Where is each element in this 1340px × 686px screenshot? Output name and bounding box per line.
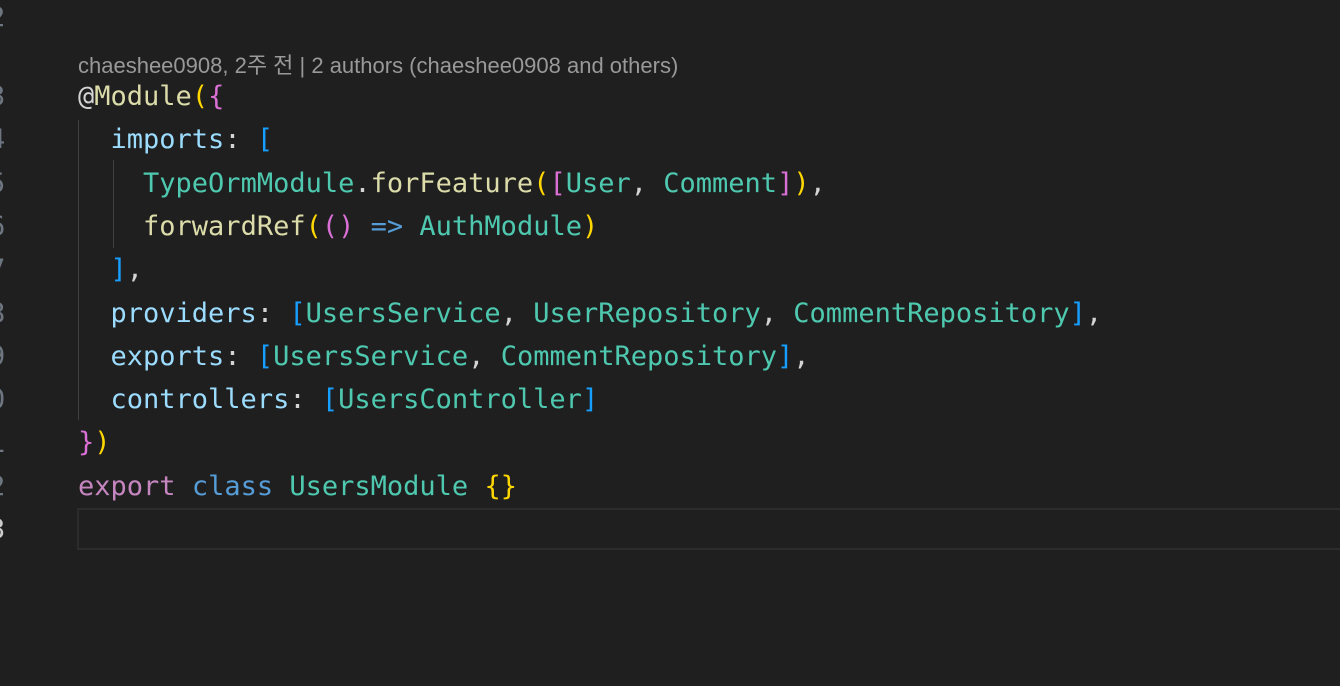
code-token: User xyxy=(565,167,631,199)
code-line[interactable]: providers: [UsersService, UserRepository… xyxy=(78,292,1103,335)
code-token: , xyxy=(793,340,810,372)
code-token: UsersService xyxy=(273,340,469,372)
line-number: 7 xyxy=(0,248,19,291)
code-token: , xyxy=(760,297,794,329)
code-token: Module xyxy=(94,81,192,112)
code-token: UsersService xyxy=(305,297,501,329)
code-token: exports xyxy=(110,340,225,372)
code-token: ] xyxy=(110,254,127,286)
code-token: forFeature xyxy=(370,167,534,199)
line-number: 2 xyxy=(0,0,19,39)
code-token: ( xyxy=(305,210,322,242)
code-editor[interactable]: 234567890123 chaeshee0908, 2주 전 | 2 auth… xyxy=(0,0,1340,686)
code-line[interactable]: TypeOrmModule.forFeature([User, Comment]… xyxy=(78,162,826,205)
code-token: () xyxy=(321,210,355,242)
code-token: : xyxy=(224,340,257,372)
current-line-highlight xyxy=(77,508,1340,550)
code-token: {} xyxy=(484,470,517,502)
code-token: ] xyxy=(1069,297,1086,329)
code-token: : xyxy=(224,124,257,156)
code-token: ) xyxy=(581,210,599,242)
line-number: 6 xyxy=(0,205,19,248)
code-token: @ xyxy=(78,81,95,112)
line-number: 1 xyxy=(0,422,19,465)
line-number: 9 xyxy=(0,335,19,378)
code-token: , xyxy=(126,254,144,286)
code-token: imports xyxy=(110,124,225,156)
code-token: UserRepository xyxy=(533,297,761,329)
line-number: 3 xyxy=(0,75,19,118)
code-token: ( xyxy=(533,167,550,199)
code-token: class xyxy=(191,470,274,502)
code-token: forwardRef xyxy=(143,210,306,242)
line-number: 0 xyxy=(0,378,19,421)
code-line[interactable]: @Module({ xyxy=(78,75,224,118)
code-line[interactable]: exports: [UsersService, CommentRepositor… xyxy=(78,335,810,378)
code-line[interactable]: }) xyxy=(78,421,111,464)
code-token: ] xyxy=(581,384,599,416)
code-token: { xyxy=(208,81,225,112)
code-token: AuthModule xyxy=(419,210,582,242)
code-token: TypeOrmModule xyxy=(143,167,355,199)
code-token: ] xyxy=(777,340,794,372)
code-line[interactable]: ], xyxy=(78,248,144,291)
code-token: UsersController xyxy=(338,384,582,416)
code-token: ] xyxy=(777,167,794,199)
code-line[interactable]: controllers: [UsersController] xyxy=(78,378,599,421)
line-number: 2 xyxy=(0,465,19,508)
code-token: : xyxy=(256,297,290,329)
line-number: 5 xyxy=(0,162,19,205)
line-number: 8 xyxy=(0,292,19,335)
code-token: ( xyxy=(191,81,209,112)
code-line[interactable]: forwardRef(() => AuthModule) xyxy=(78,205,598,248)
code-token: [ xyxy=(321,384,339,416)
code-token: export xyxy=(78,470,176,502)
code-token: => xyxy=(354,210,420,242)
code-token: ) xyxy=(94,427,111,459)
code-token: , xyxy=(809,167,826,199)
code-token: CommentRepository xyxy=(793,297,1070,329)
code-token: [ xyxy=(549,167,566,199)
code-token: [ xyxy=(289,297,306,329)
code-token: Comment xyxy=(663,167,778,199)
code-token: , xyxy=(500,297,534,329)
line-number: 3 xyxy=(0,508,19,551)
code-line[interactable]: imports: [ xyxy=(78,118,274,161)
code-token: [ xyxy=(256,340,274,372)
code-token: : xyxy=(289,384,322,416)
code-token: ) xyxy=(793,167,810,199)
code-token: CommentRepository xyxy=(500,340,778,372)
code-token: , xyxy=(468,340,501,372)
code-token: , xyxy=(1085,297,1103,329)
code-token: [ xyxy=(256,124,274,156)
code-line[interactable]: export class UsersModule {} xyxy=(78,465,517,508)
code-token: . xyxy=(354,167,371,199)
code-token: providers xyxy=(110,297,257,329)
code-token: controllers xyxy=(110,384,290,416)
code-token: } xyxy=(78,427,95,459)
code-token: UsersModule xyxy=(289,470,469,502)
code-token: , xyxy=(630,167,664,199)
line-number: 4 xyxy=(0,118,19,161)
